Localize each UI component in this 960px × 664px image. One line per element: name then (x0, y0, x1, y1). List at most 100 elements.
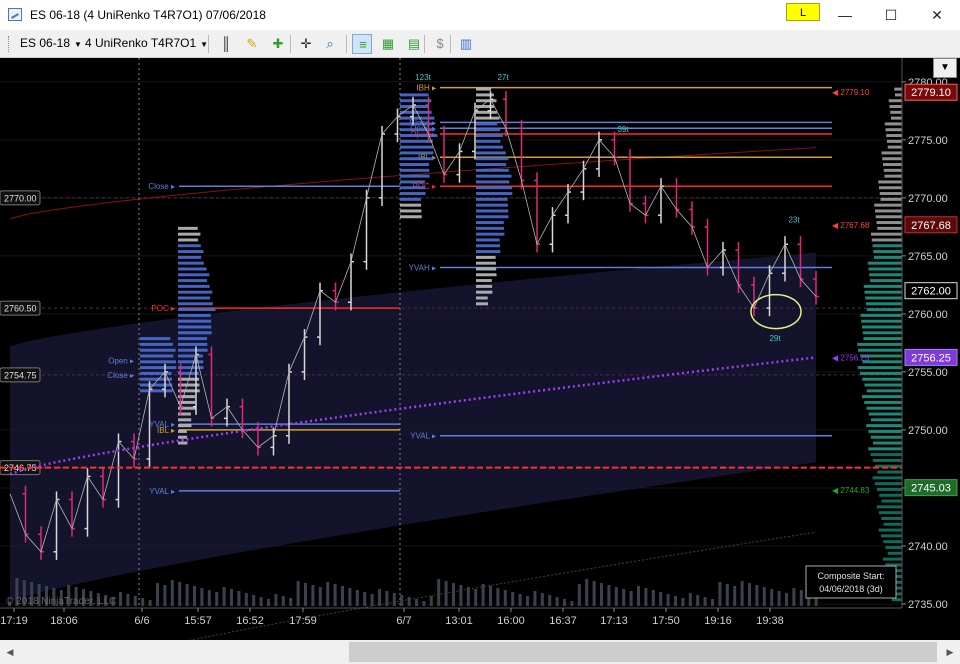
axis-menu-button[interactable]: ▼ (933, 58, 957, 78)
price-flag-text: 2779.10 (911, 87, 951, 99)
volume-profile-bar (476, 226, 505, 230)
instrument-label: ES 06-18 (20, 36, 71, 50)
bar-type-selector[interactable]: 4 UniRenko T4R7O1 ▼ (85, 36, 208, 50)
volume-profile-bar (476, 174, 512, 178)
composite-profile-bar (876, 221, 902, 225)
volume-profile-bar (476, 302, 488, 306)
volume-bar (363, 592, 367, 606)
volume-profile-bar (178, 238, 199, 242)
volume-profile-bar (400, 151, 434, 155)
volume-bar (733, 586, 737, 606)
volume-bar (600, 583, 603, 606)
volume-profile-bar (476, 180, 510, 184)
strategies-button[interactable]: ▦ (378, 34, 398, 54)
volume-profile-bar (178, 308, 216, 312)
composite-profile-bar (894, 87, 902, 91)
close-button[interactable]: ✕ (914, 0, 960, 30)
drawing-tools-icon: ✎ (246, 36, 258, 51)
chart-window-icon (8, 8, 22, 21)
volume-bar (311, 585, 315, 606)
composite-profile-bar (871, 238, 902, 242)
price-chart[interactable]: 2770.002760.502754.752746.75Close ▸POC ▸… (0, 58, 960, 664)
composite-profile-bar (872, 458, 902, 462)
composite-profile-bar (887, 139, 902, 143)
volume-bar (755, 585, 759, 606)
window-title: ES 06-18 (4 UniRenko T4R7O1) 07/06/2018 (30, 8, 266, 22)
composite-profile-bar (890, 110, 902, 114)
volume-bar (570, 601, 574, 606)
composite-profile-bar (895, 93, 902, 97)
composite-profile-bar (862, 377, 902, 381)
volume-bar (622, 589, 626, 606)
volume-profile-bar (476, 168, 509, 172)
chart-trader-button[interactable]: $ (430, 34, 450, 54)
time-axis-label: 18:06 (50, 615, 78, 627)
time-axis-label: 16:00 (497, 615, 525, 627)
volume-profile-bar (178, 360, 204, 364)
right-level-label: ◀ 2779.10 (832, 88, 870, 97)
add-indicator-icon: ✚ (272, 36, 284, 51)
volume-bar (429, 596, 433, 606)
bar-style-button[interactable]: ║ (216, 34, 236, 54)
volume-bar (348, 588, 352, 606)
templates-button[interactable]: ▤ (404, 34, 424, 54)
maximize-button[interactable]: ☐ (868, 0, 914, 30)
composite-profile-bar (866, 302, 902, 306)
composite-profile-bar (875, 464, 902, 468)
volume-bar (592, 581, 596, 606)
volume-profile-bar (178, 418, 192, 422)
indicators-button[interactable]: ≡ (352, 34, 372, 54)
time-axis-label: 19:16 (704, 615, 732, 627)
price-axis-label: 2765.00 (908, 251, 948, 263)
volume-profile-bar (400, 209, 422, 213)
drawing-tools-button[interactable]: ✎ (242, 34, 262, 54)
add-indicator-button[interactable]: ✚ (268, 34, 288, 54)
composite-profile-bar (860, 313, 902, 317)
volume-profile-bar (476, 157, 509, 161)
early-session-label: Open ▸ (108, 356, 134, 365)
volume-bar (563, 599, 566, 606)
volume-profile-bar (178, 250, 204, 254)
volume-profile-bar (476, 122, 498, 126)
composite-profile-bar (891, 116, 902, 120)
volume-bar (629, 591, 633, 606)
instrument-selector[interactable]: ES 06-18 ▼ (20, 36, 82, 50)
crosshair-button[interactable]: ✛ (296, 34, 316, 54)
volume-profile-bar (178, 290, 213, 294)
volume-bar (400, 595, 404, 606)
volume-bar (141, 598, 145, 606)
price-axis-label: 2755.00 (908, 367, 948, 379)
volume-bar (577, 584, 581, 606)
scroll-right-icon[interactable]: ▶ (940, 640, 960, 664)
scrollbar-thumb[interactable] (349, 642, 937, 662)
toolbar-grip[interactable] (8, 36, 12, 52)
time-axis-label: 17:13 (600, 615, 628, 627)
volume-profile-bar (476, 261, 496, 265)
composite-profile-bar (864, 290, 902, 294)
minimize-button[interactable]: — (822, 0, 868, 30)
toolbar-divider (424, 35, 425, 53)
time-axis-label: 19:38 (756, 615, 784, 627)
composite-profile-bar (883, 168, 902, 172)
bar-style-icon: ║ (221, 36, 231, 51)
volume-profile-bar (476, 250, 501, 254)
price-axis-label: 2735.00 (908, 599, 948, 611)
right-level-label: ◀ 2744.83 (832, 486, 870, 495)
zoom-button[interactable]: ⌕ (320, 34, 340, 54)
link-button[interactable]: L (786, 3, 820, 21)
volume-bar (762, 587, 766, 606)
composite-profile-bar (873, 441, 902, 445)
composite-profile-bar (887, 145, 902, 149)
composite-profile-bar (871, 418, 902, 422)
volume-profile-bar (400, 174, 430, 178)
composite-profile-bar (881, 534, 902, 538)
chart-panel[interactable]: 2770.002760.502754.752746.75Close ▸POC ▸… (0, 58, 960, 664)
properties-button[interactable]: ▥ (456, 34, 476, 54)
scroll-left-icon[interactable]: ◀ (0, 640, 20, 664)
composite-profile-bar (883, 540, 902, 544)
volume-bar (792, 588, 796, 606)
composite-profile-bar (868, 412, 902, 416)
composite-profile-bar (862, 331, 902, 335)
composite-profile-bar (868, 267, 902, 271)
volume-profile-bar (140, 337, 171, 341)
